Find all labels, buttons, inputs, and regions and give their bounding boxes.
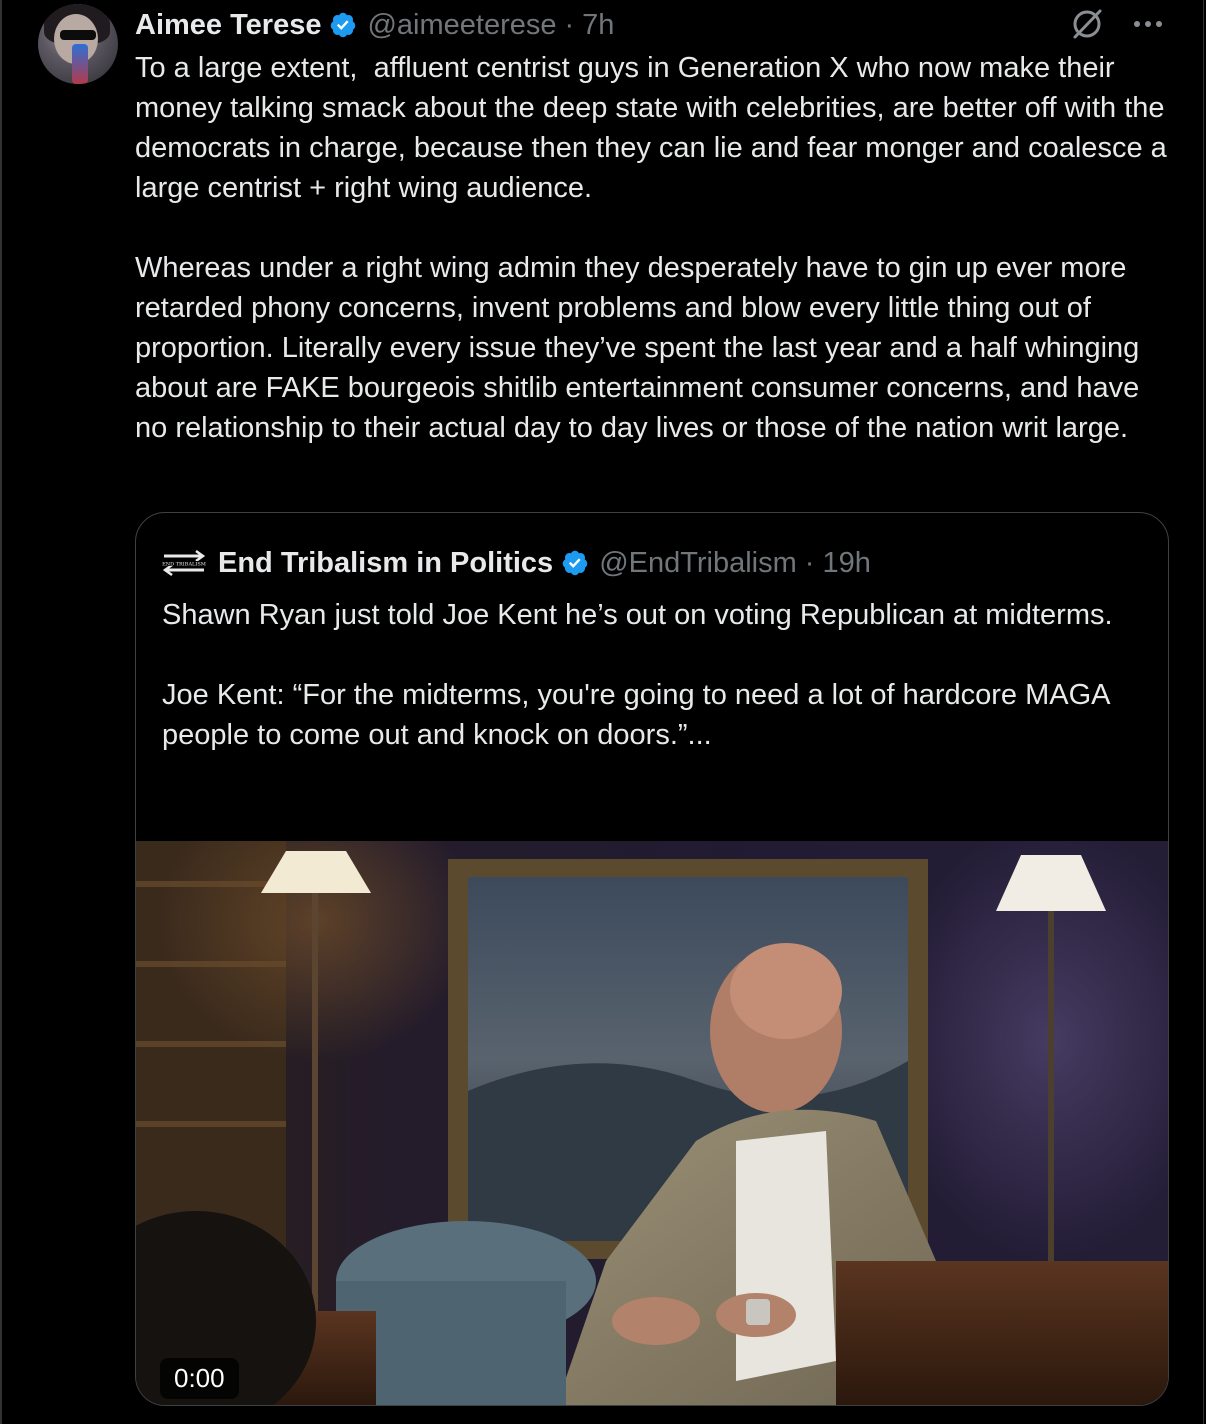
tweet-timestamp[interactable]: 7h [582, 9, 614, 42]
quoted-timestamp[interactable]: 19h [822, 547, 870, 580]
grok-icon[interactable] [1069, 6, 1105, 42]
quoted-author-name[interactable]: End Tribalism in Politics [218, 547, 553, 580]
quoted-tweet-text: Shawn Ryan just told Joe Kent he’s out o… [162, 599, 1113, 751]
author-handle[interactable]: @aimeeterese [367, 9, 556, 42]
end-tribalism-logo-icon: END TRIBALISM [162, 550, 206, 576]
tweet-text: To a large extent, affluent centrist guy… [135, 52, 1167, 444]
verified-badge-icon [331, 12, 356, 38]
avatar-glasses [60, 30, 96, 40]
tweet-container: Aimee Terese @aimeeterese · 7h To a larg… [0, 0, 1204, 1424]
video-player[interactable]: 0:00 [136, 841, 1168, 1405]
tweet-header: Aimee Terese @aimeeterese · 7h [135, 6, 614, 44]
author-avatar[interactable] [38, 4, 118, 84]
more-options-icon[interactable] [1133, 19, 1163, 29]
quoted-verified-badge-icon [562, 550, 588, 576]
tweet-actions-top [1069, 6, 1163, 42]
quoted-header-separator: · [804, 546, 815, 579]
quoted-tweet-header: END TRIBALISM End Tribalism in Politics … [162, 543, 871, 583]
header-separator: · [564, 8, 575, 41]
logo-text: END TRIBALISM [162, 562, 206, 568]
video-duration-badge: 0:00 [160, 1358, 239, 1399]
author-name[interactable]: Aimee Terese [135, 9, 321, 42]
avatar-can [72, 44, 88, 84]
quoted-tweet-card[interactable]: END TRIBALISM End Tribalism in Politics … [135, 512, 1169, 1406]
video-thumbnail [136, 841, 1168, 1405]
quoted-author-handle[interactable]: @EndTribalism [599, 547, 797, 580]
